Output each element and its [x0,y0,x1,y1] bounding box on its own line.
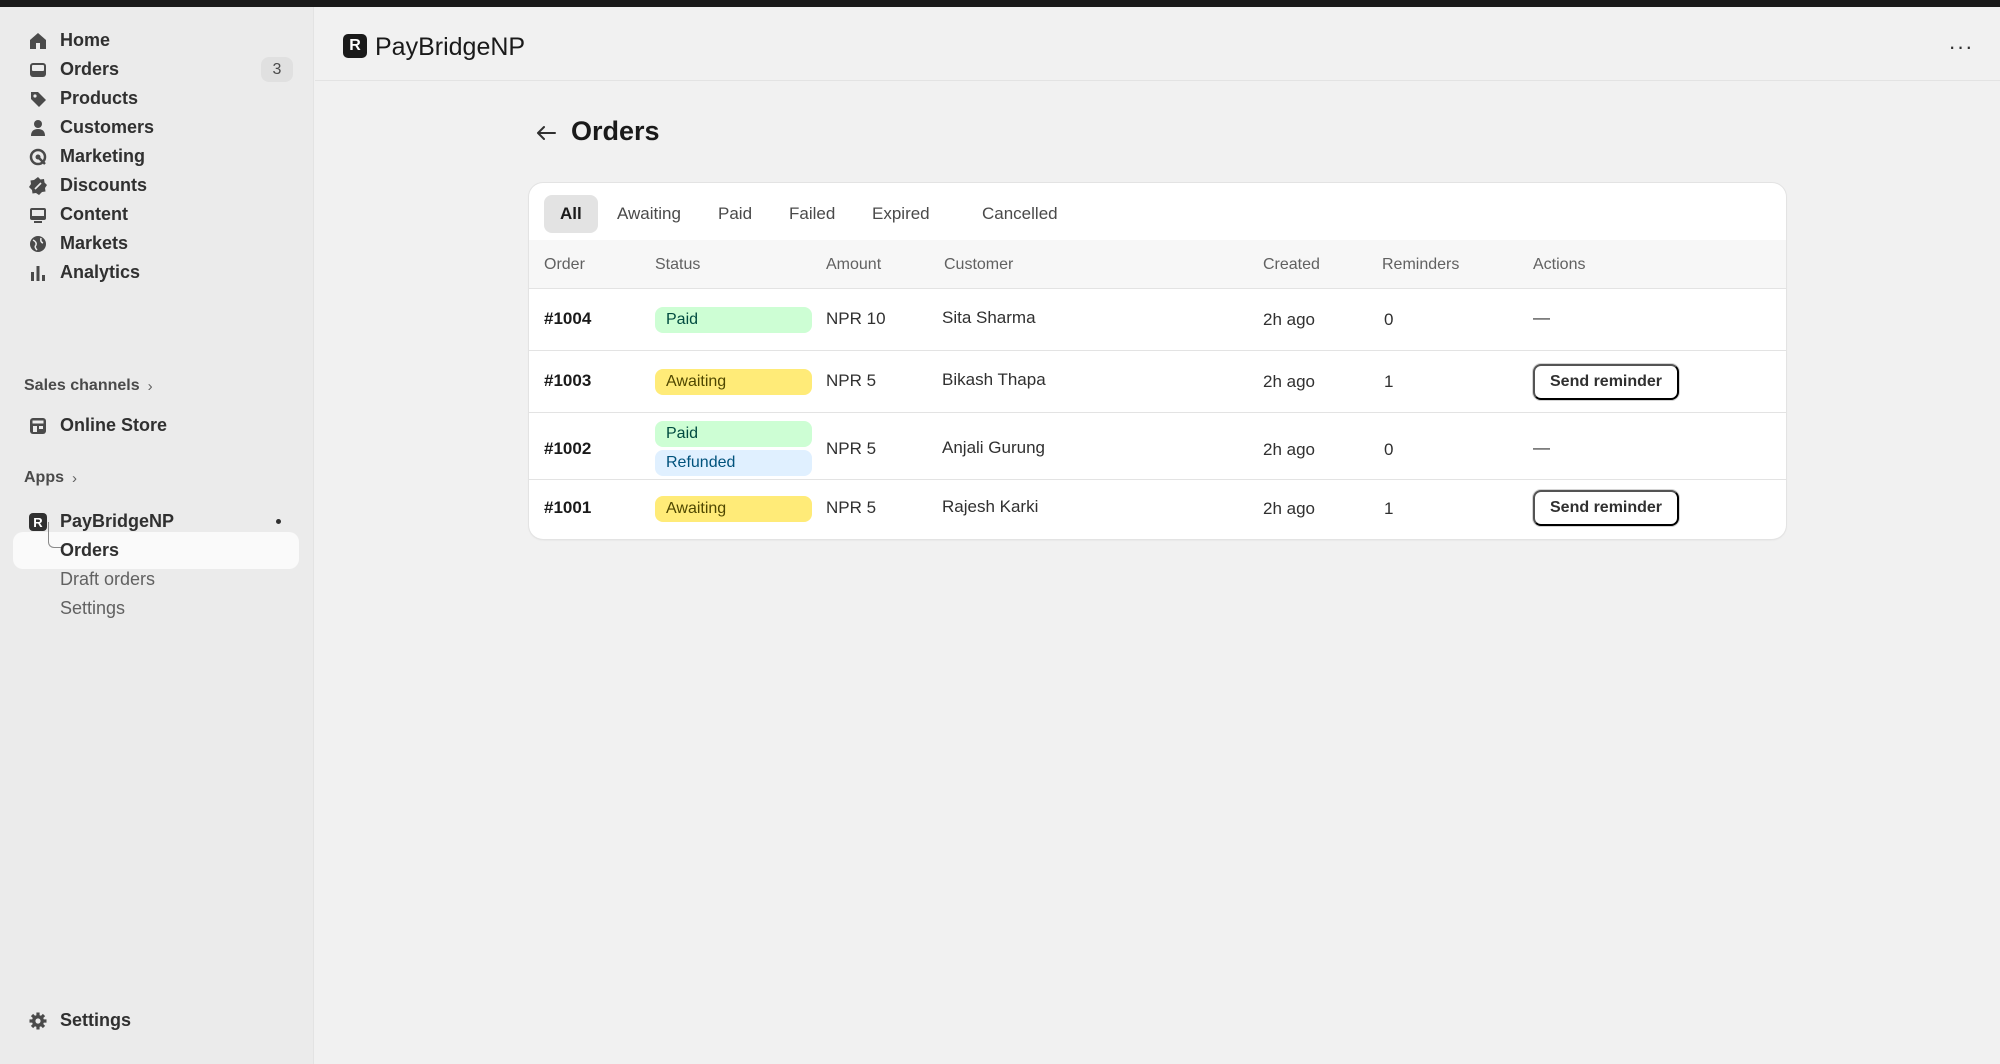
status-badge-awaiting: Awaiting [655,496,812,522]
inbox-icon [27,59,49,81]
sidebar-item-label: Settings [60,598,126,618]
image-icon [27,204,49,226]
person-icon [27,117,49,139]
order-amount: NPR 5 [826,371,877,390]
column-header-actions: Actions [1533,256,1586,273]
sidebar-item-label: Content [60,204,128,224]
sidebar-item-online-store[interactable]: Online Store [13,407,299,444]
created-time: 2h ago [1263,372,1315,391]
sales-channels-label: Sales channels [24,377,140,394]
chevron-right-icon: › [147,377,153,395]
reminders-count: 0 [1384,310,1394,329]
table-row[interactable]: #1004 Paid NPR 10 Sita Sharma 2h ago 0 — [529,289,1786,351]
reminders-count: 1 [1384,372,1394,391]
apps-label: Apps [24,469,64,486]
tab-failed[interactable]: Failed [773,195,851,233]
created-time: 2h ago [1263,310,1315,329]
send-reminder-button[interactable]: Send reminder [1533,490,1680,526]
table-row[interactable]: #1002 Paid Refunded NPR 5 Anjali Gurung … [529,413,1786,480]
column-header-reminders: Reminders [1382,256,1460,273]
gear-icon [27,1010,49,1032]
table-header: Order Status Amount Customer Created Rem… [529,240,1786,289]
status-badge-refunded: Refunded [655,450,812,476]
back-button[interactable] [530,117,562,149]
tab-awaiting[interactable]: Awaiting [601,195,697,233]
more-actions-button[interactable]: ··· [1943,33,1979,61]
sidebar: Home Orders 3 Products Customers Marketi… [0,7,314,1064]
created-time: 2h ago [1263,440,1315,459]
reminders-count: 0 [1384,440,1394,459]
sidebar-item-label: Home [60,30,111,50]
sidebar-item-label: Settings [60,1010,132,1030]
status-badge-paid: Paid [655,421,812,447]
paybridgenp-logo: R [343,34,367,58]
sidebar-item-settings[interactable]: Settings [13,1002,299,1039]
order-number[interactable]: #1003 [544,371,591,391]
column-header-order: Order [544,256,585,273]
status-badge-awaiting: Awaiting [655,369,812,395]
arrow-left-icon [537,126,556,140]
sidebar-item-label: Analytics [60,262,141,282]
sidebar-item-label: Online Store [60,415,168,435]
status-badge-paid: Paid [655,307,812,333]
sidebar-item-label: Marketing [60,146,146,166]
created-time: 2h ago [1263,499,1315,518]
tab-cancelled[interactable]: Cancelled [966,195,1074,233]
sidebar-item-label: Markets [60,233,129,253]
reminders-count: 1 [1384,499,1394,518]
send-reminder-button[interactable]: Send reminder [1533,364,1680,400]
globe-icon [27,233,49,255]
order-amount: NPR 10 [826,309,886,328]
home-icon [27,30,49,52]
table-row[interactable]: #1001 Awaiting NPR 5 Rajesh Karki 2h ago… [529,480,1786,539]
tab-expired[interactable]: Expired [856,195,946,233]
tag-icon [27,88,49,110]
column-header-status: Status [655,256,701,273]
paybridgenp-app-icon: R [27,511,49,533]
column-header-created: Created [1263,256,1320,273]
customer-name: Sita Sharma [942,308,1036,327]
sidebar-item-label: Products [60,88,139,108]
window-top-bar [0,0,2000,7]
orders-count-badge: 3 [261,57,293,82]
app-status-dot [276,519,281,524]
customer-name: Bikash Thapa [942,370,1046,389]
chevron-right-icon: › [72,469,77,487]
sidebar-item-label: Discounts [60,175,148,195]
sidebar-subitem-settings[interactable]: Settings [13,590,299,627]
orders-card: All Awaiting Paid Failed Expired Cancell… [529,183,1786,539]
no-action-dash: — [1533,438,1550,457]
store-icon [27,415,49,437]
table-row[interactable]: #1003 Awaiting NPR 5 Bikash Thapa 2h ago… [529,351,1786,413]
tab-all[interactable]: All [544,195,598,233]
order-number[interactable]: #1002 [544,439,591,459]
apps-section[interactable]: Apps › [24,469,77,487]
order-amount: NPR 5 [826,439,877,458]
sidebar-item-label: Orders [60,540,120,560]
filter-tabs: All Awaiting Paid Failed Expired Cancell… [529,183,1786,240]
page-title: Orders [571,116,660,146]
target-icon [27,146,49,168]
sales-channels-section[interactable]: Sales channels › [24,377,153,395]
sidebar-item-label: PayBridgeNP [60,511,175,531]
sidebar-item-label: Orders [60,59,120,79]
svg-text:R: R [33,515,43,530]
column-header-amount: Amount [826,256,882,273]
sidebar-item-label: Customers [60,117,155,137]
customer-name: Anjali Gurung [942,438,1046,457]
discount-icon [27,175,49,197]
customer-name: Rajesh Karki [942,497,1039,516]
app-header: R PayBridgeNP ··· [315,7,2000,81]
app-title: PayBridgeNP [375,33,526,61]
tab-paid[interactable]: Paid [702,195,768,233]
sidebar-item-label: Draft orders [60,569,156,589]
bar-chart-icon [27,262,49,284]
column-header-customer: Customer [944,256,1014,273]
no-action-dash: — [1533,308,1550,327]
order-amount: NPR 5 [826,498,877,517]
order-number[interactable]: #1004 [544,309,591,329]
order-number[interactable]: #1001 [544,498,591,518]
sidebar-item-analytics[interactable]: Analytics [13,254,299,291]
